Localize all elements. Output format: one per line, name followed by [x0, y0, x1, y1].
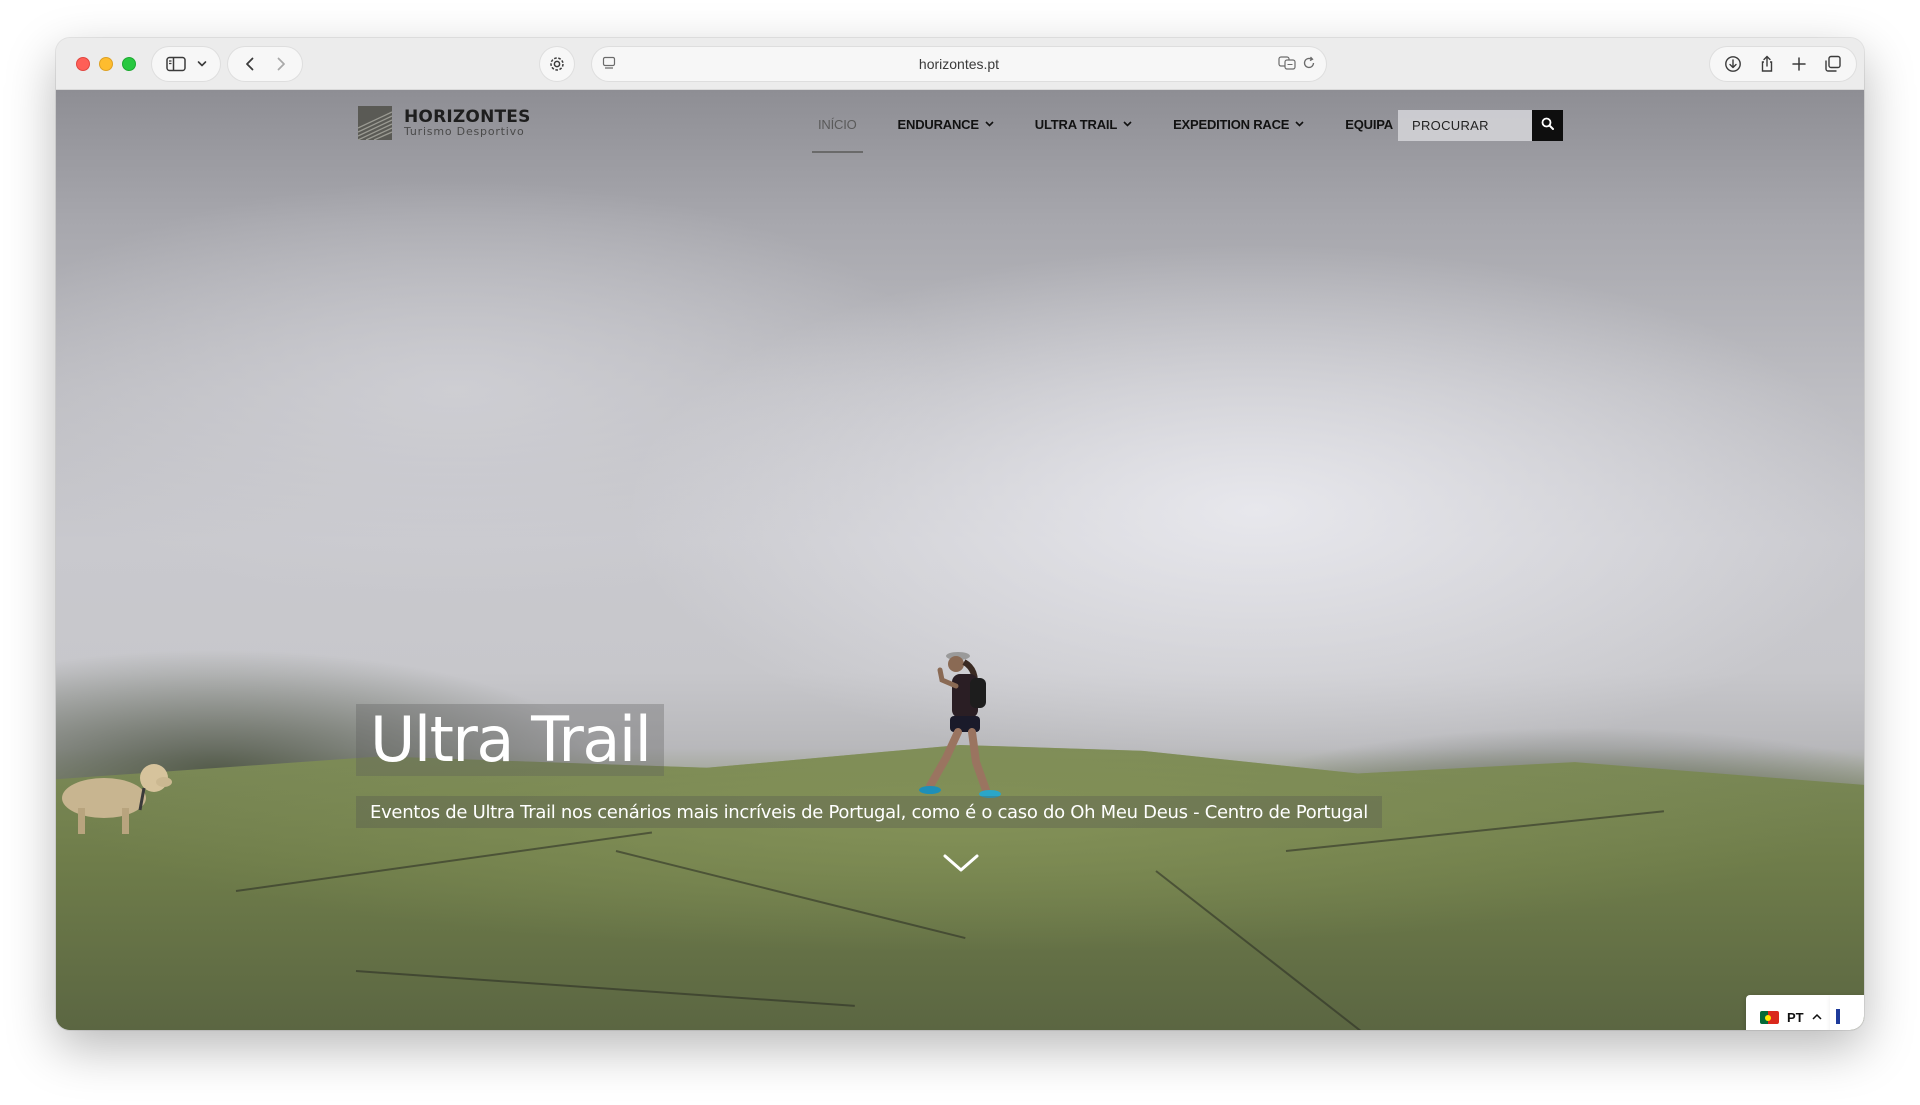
url-text: horizontes.pt [918, 56, 1000, 72]
browser-toolbar: horizontes.pt [56, 38, 1864, 90]
site-search [1398, 110, 1567, 141]
hero-subtitle-box: Eventos de Ultra Trail nos cenários mais… [356, 796, 1382, 828]
address-bar[interactable]: horizontes.pt [592, 47, 1326, 81]
language-code: PT [1787, 1010, 1804, 1025]
site-settings-button[interactable] [540, 47, 574, 81]
main-navigation: INÍCIO ENDURANCE ULTRA TRAIL EXPEDITION … [812, 117, 1434, 153]
hero-title-box: Ultra Trail [356, 703, 665, 776]
nav-item-label: EQUIPA [1345, 117, 1393, 132]
gear-icon [548, 55, 566, 73]
nav-item-label: ULTRA TRAIL [1034, 117, 1118, 132]
logo-tagline: Turismo Desportivo [404, 125, 525, 138]
logo-icon [357, 106, 393, 141]
forward-icon[interactable] [275, 56, 287, 72]
chevron-down-icon [1123, 119, 1132, 130]
nav-item-label: INÍCIO [818, 117, 857, 132]
hero-subtitle: Eventos de Ultra Trail nos cenários mais… [370, 801, 1368, 823]
chevron-down-icon [1295, 119, 1304, 130]
chevron-down-icon [941, 854, 981, 880]
download-icon[interactable] [1724, 55, 1742, 73]
zoom-window-button[interactable] [122, 57, 136, 71]
nav-item-ultra-trail[interactable]: ULTRA TRAIL [1035, 117, 1132, 132]
minimize-window-button[interactable] [99, 57, 113, 71]
share-icon[interactable] [1759, 55, 1775, 73]
translate-icon[interactable] [1278, 56, 1296, 70]
history-nav-group [228, 47, 302, 81]
browser-window: horizontes.pt HORIZONTES Turismo Desport… [56, 38, 1864, 1030]
language-switcher[interactable]: PT [1746, 995, 1830, 1030]
portugal-flag-icon [1760, 1011, 1779, 1024]
search-input[interactable] [1398, 110, 1532, 141]
reload-icon[interactable] [1302, 56, 1316, 70]
scroll-down-button[interactable] [941, 850, 981, 876]
nav-item-endurance[interactable]: ENDURANCE [898, 117, 994, 132]
page-viewport: HORIZONTES Turismo Desportivo INÍCIO END… [56, 90, 1864, 1030]
chevron-up-icon [1812, 1012, 1822, 1023]
logo-text: HORIZONTES Turismo Desportivo [404, 108, 531, 138]
address-bar-actions [1278, 56, 1316, 70]
logo-name: HORIZONTES [404, 107, 531, 127]
new-tab-icon[interactable] [1791, 56, 1807, 72]
search-icon [1541, 117, 1554, 135]
hero-title: Ultra Trail [370, 703, 652, 776]
sidebar-icon[interactable] [165, 56, 186, 72]
nav-item-label: ENDURANCE [897, 117, 979, 132]
browser-actions-group [1710, 47, 1856, 81]
nav-item-inicio[interactable]: INÍCIO [812, 117, 862, 153]
nav-item-label: EXPEDITION RACE [1173, 117, 1290, 132]
site-header: HORIZONTES Turismo Desportivo INÍCIO END… [56, 90, 1864, 170]
tab-overview-icon[interactable] [1824, 55, 1842, 73]
close-window-button[interactable] [76, 57, 90, 71]
back-icon[interactable] [244, 56, 256, 72]
nav-item-expedition-race[interactable]: EXPEDITION RACE [1173, 117, 1304, 132]
dog-image [62, 764, 172, 834]
nav-item-equipa[interactable]: EQUIPA [1345, 117, 1393, 132]
chevron-down-icon [985, 119, 994, 130]
language-option-flag[interactable] [1830, 995, 1864, 1030]
chevron-down-icon[interactable] [197, 60, 207, 68]
sidebar-toggle-group [152, 47, 220, 81]
search-button[interactable] [1532, 110, 1563, 141]
site-logo[interactable]: HORIZONTES Turismo Desportivo [357, 106, 531, 141]
